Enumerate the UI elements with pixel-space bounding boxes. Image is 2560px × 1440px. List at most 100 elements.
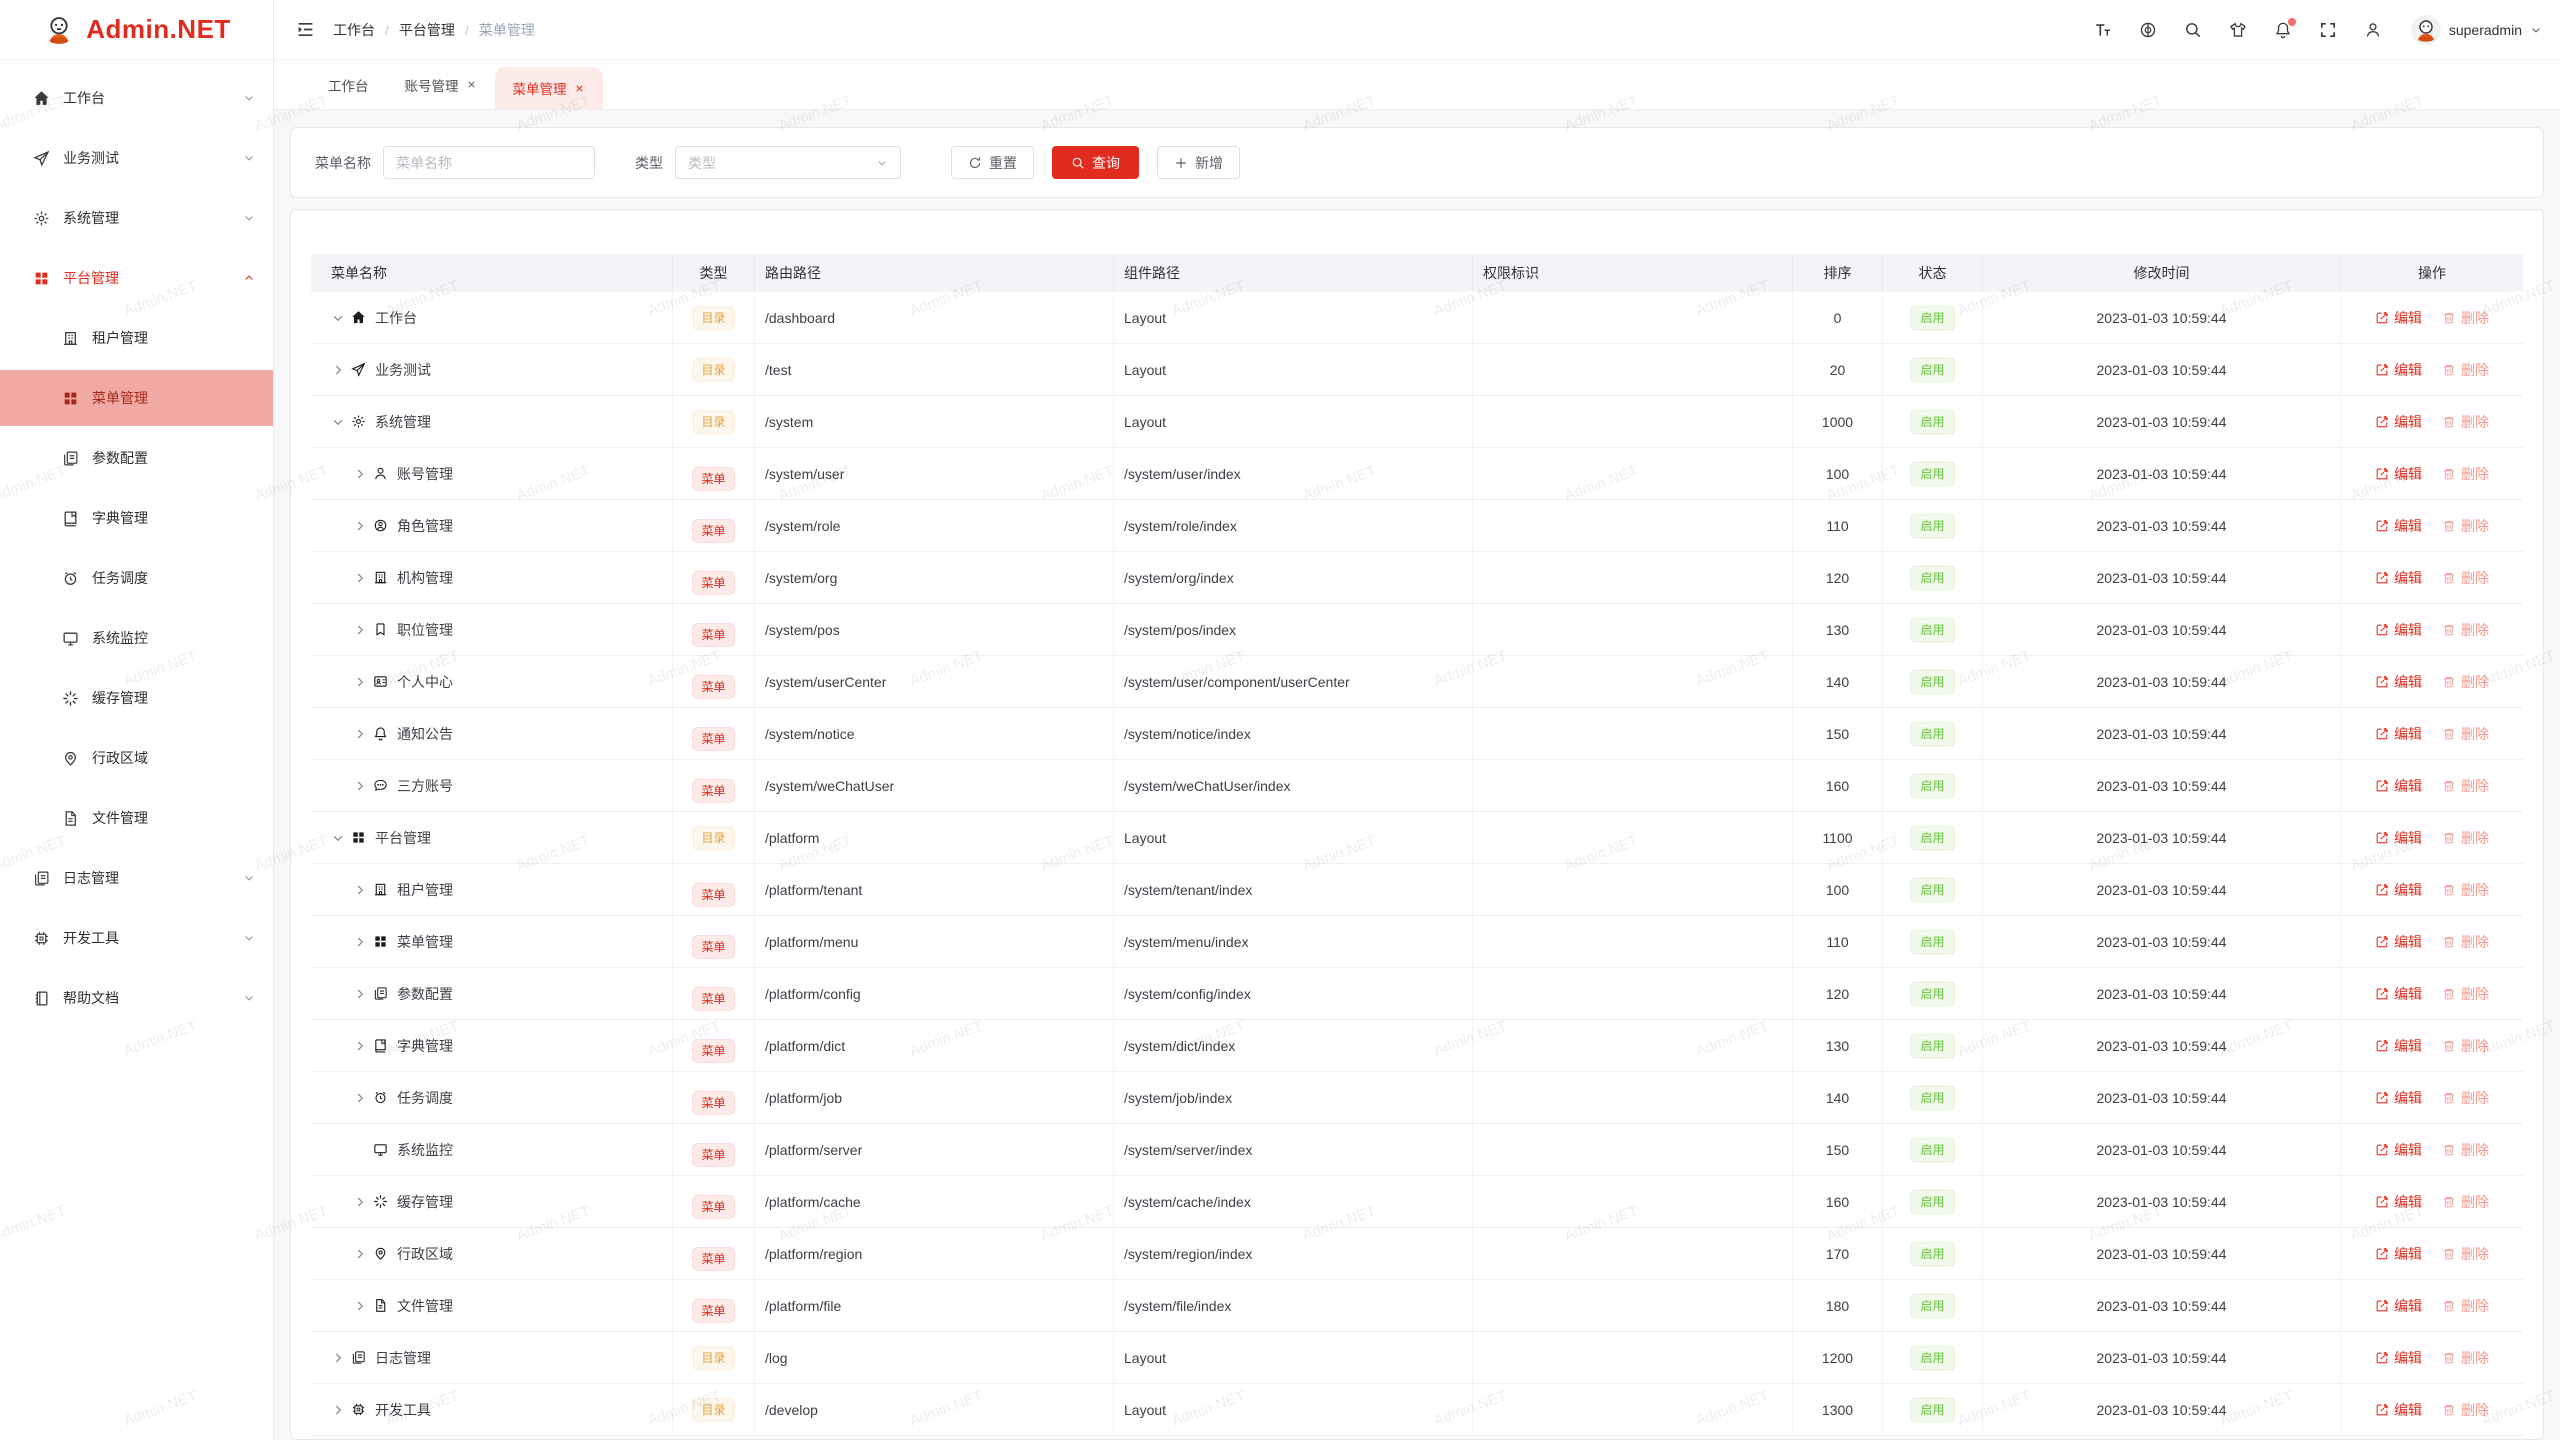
- expand-expand-icon[interactable]: [353, 1195, 367, 1209]
- expand-expand-icon[interactable]: [353, 727, 367, 741]
- edit-button[interactable]: 编辑: [2375, 1192, 2422, 1212]
- breadcrumb-item[interactable]: 平台管理: [399, 20, 455, 40]
- edit-button[interactable]: 编辑: [2375, 672, 2422, 692]
- edit-button[interactable]: 编辑: [2375, 464, 2422, 484]
- expand-expand-icon[interactable]: [353, 467, 367, 481]
- edit-button[interactable]: 编辑: [2375, 1140, 2422, 1160]
- edit-button[interactable]: 编辑: [2375, 1036, 2422, 1056]
- sidebar-item-book-7[interactable]: 字典管理: [0, 490, 273, 546]
- expand-expand-icon[interactable]: [353, 987, 367, 1001]
- expand-expand-icon[interactable]: [353, 779, 367, 793]
- close-icon[interactable]: [466, 79, 477, 90]
- fullscreen-icon[interactable]: [2319, 21, 2337, 39]
- profile-icon[interactable]: [2364, 21, 2382, 39]
- expand-expand-icon[interactable]: [353, 623, 367, 637]
- notification-icon[interactable]: [2274, 21, 2292, 39]
- expand-collapse-icon[interactable]: [331, 311, 345, 325]
- breadcrumb-item[interactable]: 工作台: [333, 20, 375, 40]
- delete-button[interactable]: 删除: [2442, 984, 2489, 1004]
- edit-button[interactable]: 编辑: [2375, 620, 2422, 640]
- edit-button[interactable]: 编辑: [2375, 1296, 2422, 1316]
- tab-0[interactable]: 工作台: [310, 60, 387, 110]
- sidebar-item-copydoc-13[interactable]: 日志管理: [0, 850, 273, 906]
- sidebar-item-monitor-9[interactable]: 系统监控: [0, 610, 273, 666]
- expand-expand-icon[interactable]: [353, 675, 367, 689]
- tab-2[interactable]: 菜单管理: [495, 67, 603, 109]
- expand-expand-icon[interactable]: [353, 519, 367, 533]
- user-menu[interactable]: superadmin: [2411, 15, 2542, 45]
- expand-expand-icon[interactable]: [353, 1299, 367, 1313]
- sidebar-item-grid-5[interactable]: 菜单管理: [0, 370, 273, 426]
- edit-button[interactable]: 编辑: [2375, 1348, 2422, 1368]
- sidebar-item-home-0[interactable]: 工作台: [0, 70, 273, 126]
- delete-button[interactable]: 删除: [2442, 932, 2489, 952]
- expand-expand-icon[interactable]: [353, 1039, 367, 1053]
- menu-fold-icon[interactable]: [296, 20, 315, 39]
- delete-button[interactable]: 删除: [2442, 880, 2489, 900]
- expand-expand-icon[interactable]: [331, 363, 345, 377]
- delete-button[interactable]: 删除: [2442, 1036, 2489, 1056]
- add-button[interactable]: 新增: [1157, 146, 1240, 179]
- expand-expand-icon[interactable]: [353, 1247, 367, 1261]
- edit-button[interactable]: 编辑: [2375, 828, 2422, 848]
- sidebar-item-chip-14[interactable]: 开发工具: [0, 910, 273, 966]
- tab-1[interactable]: 账号管理: [387, 60, 495, 110]
- delete-button[interactable]: 删除: [2442, 360, 2489, 380]
- expand-collapse-icon[interactable]: [331, 831, 345, 845]
- sidebar-item-send-1[interactable]: 业务测试: [0, 130, 273, 186]
- font-size-icon[interactable]: [2094, 21, 2112, 39]
- expand-expand-icon[interactable]: [353, 571, 367, 585]
- delete-button[interactable]: 删除: [2442, 1088, 2489, 1108]
- delete-button[interactable]: 删除: [2442, 1400, 2489, 1420]
- delete-button[interactable]: 删除: [2442, 828, 2489, 848]
- delete-button[interactable]: 删除: [2442, 568, 2489, 588]
- edit-button[interactable]: 编辑: [2375, 1244, 2422, 1264]
- reset-button[interactable]: 重置: [951, 146, 1034, 179]
- delete-button[interactable]: 删除: [2442, 412, 2489, 432]
- delete-button[interactable]: 删除: [2442, 1140, 2489, 1160]
- edit-button[interactable]: 编辑: [2375, 568, 2422, 588]
- sidebar-item-alarm-8[interactable]: 任务调度: [0, 550, 273, 606]
- edit-button[interactable]: 编辑: [2375, 516, 2422, 536]
- delete-button[interactable]: 删除: [2442, 672, 2489, 692]
- sidebar-item-gear-2[interactable]: 系统管理: [0, 190, 273, 246]
- delete-button[interactable]: 删除: [2442, 776, 2489, 796]
- type-select[interactable]: 类型: [675, 146, 901, 179]
- edit-button[interactable]: 编辑: [2375, 1400, 2422, 1420]
- edit-button[interactable]: 编辑: [2375, 724, 2422, 744]
- menu-name-input[interactable]: [383, 146, 595, 179]
- sidebar-item-grid-3[interactable]: 平台管理: [0, 250, 273, 306]
- delete-button[interactable]: 删除: [2442, 620, 2489, 640]
- delete-button[interactable]: 删除: [2442, 1296, 2489, 1316]
- edit-button[interactable]: 编辑: [2375, 984, 2422, 1004]
- expand-collapse-icon[interactable]: [331, 415, 345, 429]
- expand-expand-icon[interactable]: [353, 1091, 367, 1105]
- expand-expand-icon[interactable]: [331, 1351, 345, 1365]
- delete-button[interactable]: 删除: [2442, 1348, 2489, 1368]
- sidebar-item-file-12[interactable]: 文件管理: [0, 790, 273, 846]
- delete-button[interactable]: 删除: [2442, 308, 2489, 328]
- delete-button[interactable]: 删除: [2442, 1192, 2489, 1212]
- edit-button[interactable]: 编辑: [2375, 880, 2422, 900]
- edit-button[interactable]: 编辑: [2375, 308, 2422, 328]
- query-button[interactable]: 查询: [1052, 146, 1139, 179]
- delete-button[interactable]: 删除: [2442, 516, 2489, 536]
- edit-button[interactable]: 编辑: [2375, 1088, 2422, 1108]
- sidebar-item-pin-11[interactable]: 行政区域: [0, 730, 273, 786]
- edit-button[interactable]: 编辑: [2375, 932, 2422, 952]
- language-icon[interactable]: [2139, 21, 2157, 39]
- expand-expand-icon[interactable]: [353, 883, 367, 897]
- edit-button[interactable]: 编辑: [2375, 412, 2422, 432]
- delete-button[interactable]: 删除: [2442, 724, 2489, 744]
- close-icon[interactable]: [574, 83, 585, 94]
- sidebar-item-loading-10[interactable]: 缓存管理: [0, 670, 273, 726]
- delete-button[interactable]: 删除: [2442, 1244, 2489, 1264]
- expand-expand-icon[interactable]: [331, 1403, 345, 1417]
- sidebar-item-copydoc-6[interactable]: 参数配置: [0, 430, 273, 486]
- sidebar-item-building-4[interactable]: 租户管理: [0, 310, 273, 366]
- sidebar-item-notebook-15[interactable]: 帮助文档: [0, 970, 273, 1026]
- theme-icon[interactable]: [2229, 21, 2247, 39]
- search-icon[interactable]: [2184, 21, 2202, 39]
- expand-expand-icon[interactable]: [353, 935, 367, 949]
- delete-button[interactable]: 删除: [2442, 464, 2489, 484]
